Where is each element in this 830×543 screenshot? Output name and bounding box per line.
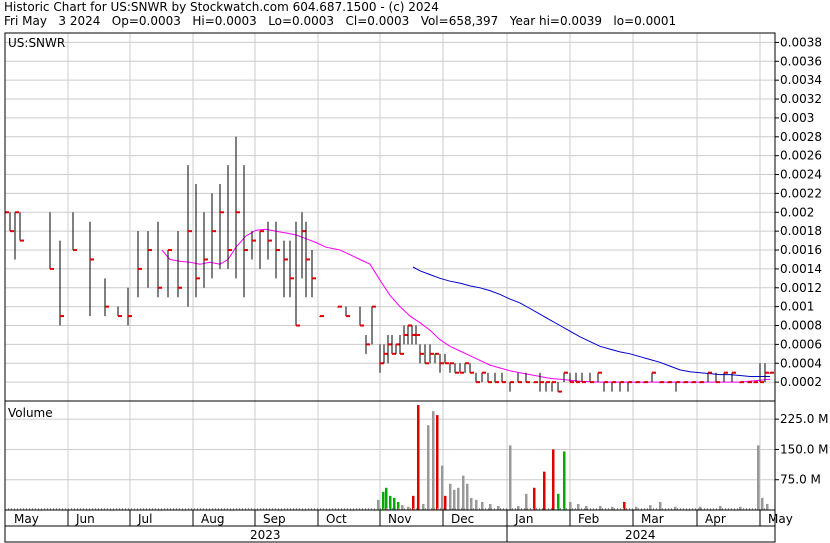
month-label: May xyxy=(14,512,39,526)
month-label: Oct xyxy=(326,512,347,526)
volume-bar xyxy=(466,483,469,510)
price-tick-label: 0.0018 xyxy=(780,224,822,238)
volume-bar xyxy=(457,487,460,510)
volume-bar xyxy=(757,445,760,510)
price-tick-label: 0.0016 xyxy=(780,243,822,257)
volume-bar xyxy=(436,415,439,510)
price-tick-label: 0.0032 xyxy=(780,92,822,106)
volume-panel-frame xyxy=(4,400,776,511)
volume-bar xyxy=(385,487,388,510)
volume-bars xyxy=(8,405,769,510)
volume-bar xyxy=(525,493,528,510)
price-axis-ticks: 0.0002 0.0004 0.0006 0.0008 0.001 0.0012 0.001… xyxy=(775,35,822,389)
price-tick-label: 0.0026 xyxy=(780,149,822,163)
volume-bar xyxy=(449,483,452,510)
volume-bar xyxy=(432,411,435,510)
price-tick-label: 0.0036 xyxy=(780,54,822,68)
price-tick-label: 0.001 xyxy=(780,300,814,314)
month-label: Apr xyxy=(705,512,726,526)
short-moving-average-line xyxy=(161,228,771,383)
month-labels: May Jun Jul Aug Sep Oct Nov Dec Jan Feb Mar Apr May xyxy=(14,512,793,526)
volume-bar xyxy=(533,487,536,510)
volume-bar xyxy=(509,445,512,510)
price-tick-label: 0.003 xyxy=(780,111,814,125)
volume-bar xyxy=(417,405,420,510)
price-tick-label: 0.0006 xyxy=(780,337,822,351)
year-labels: 2023 2024 xyxy=(250,528,656,542)
month-label: Nov xyxy=(388,512,411,526)
price-tick-label: 0.0038 xyxy=(780,35,822,49)
month-label: Dec xyxy=(451,512,474,526)
volume-tick-label: 150.0 M xyxy=(780,442,829,456)
month-label: Jan xyxy=(514,512,534,526)
month-label: Jul xyxy=(137,512,152,526)
chart-window: Historic Chart for US:SNWR by Stockwatch… xyxy=(0,0,830,543)
volume-bar xyxy=(543,471,546,510)
volume-tick-label: 225.0 M xyxy=(780,412,829,426)
price-tick-label: 0.0024 xyxy=(780,168,822,182)
volume-title: Volume xyxy=(8,406,53,420)
volume-bar xyxy=(389,495,392,510)
moving-averages xyxy=(161,228,771,383)
price-tick-label: 0.0022 xyxy=(780,186,822,200)
volume-bar xyxy=(444,495,447,510)
price-volume-chart: US:SNWR Volume 0.00020.00040.00060.00080… xyxy=(4,32,829,543)
volume-bar xyxy=(563,451,566,510)
price-tick-label: 0.0012 xyxy=(780,281,822,295)
price-panel-frame xyxy=(4,32,776,402)
volume-bar xyxy=(382,491,385,510)
symbol-label: US:SNWR xyxy=(8,36,65,50)
volume-bar xyxy=(552,449,555,510)
volume-bar xyxy=(557,493,560,510)
volume-bar xyxy=(462,475,465,510)
price-tick-label: 0.0002 xyxy=(780,375,822,389)
price-tick-label: 0.0028 xyxy=(780,130,822,144)
month-label: Mar xyxy=(641,512,664,526)
month-label: Aug xyxy=(201,512,224,526)
price-bars xyxy=(4,42,774,393)
month-label: Jun xyxy=(75,512,95,526)
price-tick-label: 0.002 xyxy=(780,205,814,219)
price-tick-label: 0.0008 xyxy=(780,319,822,333)
month-label: Feb xyxy=(578,512,599,526)
volume-axis-ticks: 75.0 M 150.0 M 225.0 M xyxy=(775,412,829,487)
volume-tick-label: 75.0 M xyxy=(780,473,821,487)
year-label: 2023 xyxy=(250,528,281,542)
price-tick-label: 0.0014 xyxy=(780,262,822,276)
year-label: 2024 xyxy=(625,528,656,542)
volume-bar xyxy=(441,465,444,510)
long-moving-average-line xyxy=(412,266,770,377)
price-tick-label: 0.0034 xyxy=(780,73,822,87)
month-label: May xyxy=(768,512,793,526)
month-label: Sep xyxy=(263,512,286,526)
volume-bar xyxy=(412,495,415,510)
volume-bar xyxy=(427,425,430,510)
price-tick-label: 0.0004 xyxy=(780,356,822,370)
volume-bar xyxy=(453,489,456,510)
year-axis-frame xyxy=(4,525,776,543)
grid-lines xyxy=(5,33,775,542)
